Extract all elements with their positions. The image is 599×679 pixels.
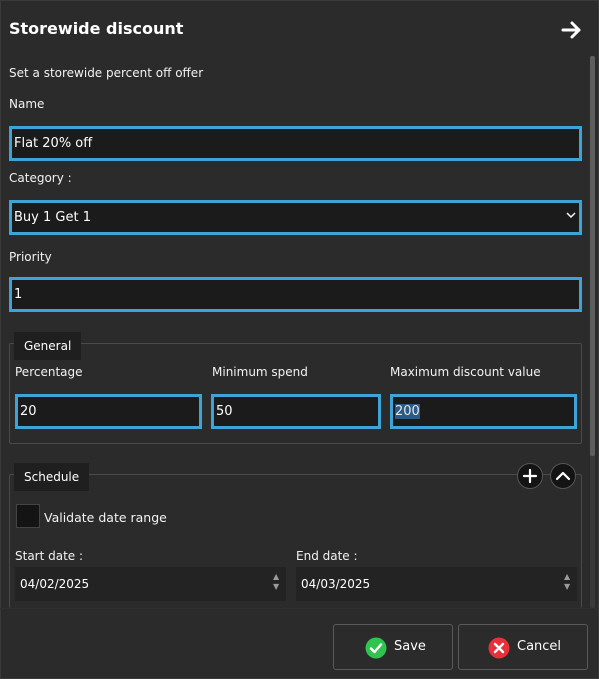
end-date-input[interactable]: 04/03/2025: [296, 567, 577, 601]
schedule-legend: Schedule: [14, 463, 90, 491]
scrollbar-thumb[interactable]: [590, 56, 595, 456]
start-date-input[interactable]: 04/02/2025: [15, 567, 286, 601]
end-date-value: 04/03/2025: [301, 577, 371, 591]
chevron-up-icon: [555, 471, 571, 481]
check-circle-icon: [365, 637, 387, 659]
plus-icon: [522, 468, 538, 484]
footer-divider: [0, 608, 599, 609]
percentage-input[interactable]: [15, 394, 202, 429]
add-schedule-button[interactable]: [517, 463, 543, 489]
save-label: Save: [394, 639, 426, 654]
collapse-schedule-button[interactable]: [550, 463, 576, 489]
name-input[interactable]: [9, 126, 582, 161]
max-discount-input[interactable]: 200: [390, 394, 577, 429]
name-label: Name: [9, 97, 45, 111]
start-date-value: 04/02/2025: [20, 577, 90, 591]
end-date-label: End date :: [296, 549, 358, 563]
min-spend-label: Minimum spend: [212, 365, 308, 379]
form-subtitle: Set a storewide percent off offer: [9, 66, 204, 80]
general-legend: General: [14, 332, 82, 360]
start-date-spinner[interactable]: ▲ ▼: [273, 572, 279, 592]
cancel-button[interactable]: Cancel: [458, 624, 588, 670]
arrow-right-icon[interactable]: [560, 18, 584, 42]
priority-label: Priority: [9, 250, 52, 264]
close-circle-icon: [488, 637, 510, 659]
start-date-label: Start date :: [15, 549, 84, 563]
save-button[interactable]: Save: [333, 624, 453, 670]
category-select[interactable]: Buy 1 Get 1: [9, 200, 582, 235]
chevron-down-icon: [566, 212, 576, 219]
max-discount-label: Maximum discount value: [390, 365, 541, 379]
cancel-label: Cancel: [517, 639, 562, 654]
max-discount-value: 200: [395, 404, 420, 419]
category-label: Category :: [9, 171, 72, 185]
page-title: Storewide discount: [9, 19, 184, 38]
percentage-label: Percentage: [15, 365, 83, 379]
validate-date-checkbox[interactable]: [16, 504, 40, 528]
priority-input[interactable]: [9, 277, 582, 312]
category-select-value: Buy 1 Get 1: [14, 210, 91, 225]
end-date-spinner[interactable]: ▲ ▼: [564, 572, 570, 592]
min-spend-input[interactable]: [211, 394, 381, 429]
validate-date-label: Validate date range: [44, 510, 167, 525]
